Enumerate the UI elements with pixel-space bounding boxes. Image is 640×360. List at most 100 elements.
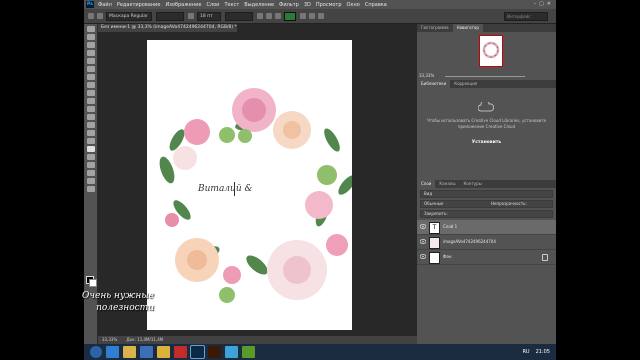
crop-tool-icon[interactable]	[86, 58, 95, 64]
eye-icon[interactable]	[420, 224, 426, 229]
menu-edit[interactable]: Редактирование	[117, 2, 161, 8]
photoshop-taskbar-icon[interactable]	[191, 346, 204, 358]
lasso-tool-icon[interactable]	[86, 42, 95, 48]
media-icon[interactable]	[140, 346, 153, 358]
canvas-text-layer[interactable]: Виталий &	[198, 184, 253, 194]
color-swatches[interactable]	[86, 276, 97, 287]
font-style-select[interactable]	[156, 11, 184, 21]
eyedropper-tool-icon[interactable]	[86, 66, 95, 72]
marquee-tool-icon[interactable]	[86, 34, 95, 40]
eye-icon[interactable]	[420, 254, 426, 259]
menu-window[interactable]: Окно	[347, 2, 360, 8]
brush-tool-icon[interactable]	[86, 82, 95, 88]
move-tool-icon[interactable]	[86, 26, 95, 32]
layer-row[interactable]: Фон	[417, 250, 556, 265]
align-left-icon[interactable]	[257, 13, 263, 19]
watermark-line2: полезности	[96, 303, 154, 313]
workspace-select[interactable]: Интерфейс	[504, 12, 548, 21]
more-tools-icon[interactable]	[86, 186, 95, 192]
zoom-status[interactable]: 33,33%	[102, 337, 117, 342]
tab-libraries[interactable]: Библиотеки	[417, 80, 451, 88]
type-tool-icon[interactable]	[88, 13, 94, 19]
background-color[interactable]	[89, 279, 97, 287]
dodge-tool-icon[interactable]	[86, 130, 95, 136]
eraser-tool-icon[interactable]	[86, 106, 95, 112]
nvidia-icon[interactable]	[242, 346, 255, 358]
blend-mode-select[interactable]: Обычные	[424, 201, 443, 206]
tab-channels[interactable]: Каналы	[435, 180, 459, 188]
menu-select[interactable]: Выделение	[244, 2, 274, 8]
navigator-zoom-value[interactable]: 33,33%	[419, 73, 434, 78]
shape-tool-icon[interactable]	[86, 162, 95, 168]
language-indicator[interactable]: RU	[522, 349, 529, 355]
menu-help[interactable]: Справка	[365, 2, 387, 8]
layer-filter-select[interactable]: Вид	[420, 190, 553, 198]
layer-name[interactable]: Фон	[443, 250, 452, 264]
install-cc-button[interactable]: Установить	[417, 140, 556, 145]
hand-tool-icon[interactable]	[86, 170, 95, 176]
antialias-select[interactable]	[225, 11, 253, 21]
menu-file[interactable]: Файл	[98, 2, 112, 8]
document-tab[interactable]: Без имени-1 @ 33,3% (imageAVo47424962447…	[98, 24, 237, 32]
clock[interactable]: 21:05	[536, 349, 550, 355]
document-canvas[interactable]: Виталий &	[147, 40, 356, 330]
orientation-icon[interactable]	[97, 13, 103, 19]
character-panel-icon[interactable]	[309, 13, 315, 19]
zoom-tool-icon[interactable]	[86, 178, 95, 184]
menu-3d[interactable]: 3D	[304, 2, 311, 8]
navigator-preview[interactable]	[479, 35, 503, 67]
tab-adjustments[interactable]: Коррекция	[450, 80, 481, 88]
ie-icon[interactable]	[106, 346, 119, 358]
doc-info: Док: 11,4M/11,4M	[126, 337, 164, 342]
status-bar: 33,33% Док: 11,4M/11,4M	[98, 336, 420, 344]
history-brush-tool-icon[interactable]	[86, 98, 95, 104]
tab-layers[interactable]: Слои	[417, 180, 436, 188]
menu-image[interactable]: Изображение	[165, 2, 201, 8]
pen-tool-icon[interactable]	[86, 138, 95, 144]
zoom-slider[interactable]	[445, 76, 525, 77]
blur-tool-icon[interactable]	[86, 122, 95, 128]
window-controls[interactable]: –▢✕	[534, 1, 554, 7]
skype-icon[interactable]	[225, 346, 238, 358]
text-color-swatch[interactable]	[284, 11, 296, 21]
start-button[interactable]	[90, 346, 102, 358]
libraries-panel: Чтобы использовать Creative Cloud Librar…	[417, 88, 556, 180]
font-size-select[interactable]: 18 пт	[197, 11, 221, 21]
healing-tool-icon[interactable]	[86, 74, 95, 80]
illustrator-icon[interactable]	[208, 346, 221, 358]
opera-icon[interactable]	[174, 346, 187, 358]
navigator-zoom-row: 33,33%	[417, 72, 556, 80]
menu-bar: Ps Файл Редактирование Изображение Слои …	[84, 0, 556, 9]
3d-icon[interactable]	[318, 13, 324, 19]
tab-paths[interactable]: Контуры	[459, 180, 485, 188]
menu-type[interactable]: Текст	[224, 2, 239, 8]
tab-navigator[interactable]: Навигатор	[452, 24, 483, 32]
tab-histogram[interactable]: Гистограмма	[417, 24, 453, 32]
quick-select-tool-icon[interactable]	[86, 50, 95, 56]
font-family-select[interactable]: Маскара Regular	[106, 11, 152, 21]
gradient-tool-icon[interactable]	[86, 114, 95, 120]
lock-label: Закрепить:	[424, 211, 448, 216]
navigator-tabs: Гистограмма Навигатор	[417, 24, 556, 32]
layer-row[interactable]: T Слой 1	[417, 220, 556, 235]
layer-name[interactable]: imageAVo4742496244704	[443, 235, 496, 249]
chrome-icon[interactable]	[157, 346, 170, 358]
eye-icon[interactable]	[420, 239, 426, 244]
type-tool-icon[interactable]	[86, 146, 95, 152]
clone-stamp-tool-icon[interactable]	[86, 90, 95, 96]
image-layer-thumbnail	[429, 237, 440, 249]
path-select-tool-icon[interactable]	[86, 154, 95, 160]
align-right-icon[interactable]	[275, 13, 281, 19]
library-tabs: Библиотеки Коррекция	[417, 80, 556, 88]
creative-cloud-icon	[478, 102, 494, 112]
align-center-icon[interactable]	[266, 13, 272, 19]
layer-name[interactable]: Слой 1	[443, 220, 457, 234]
menu-view[interactable]: Просмотр	[316, 2, 342, 8]
navigator-panel	[417, 32, 556, 72]
layer-row[interactable]: imageAVo4742496244704	[417, 235, 556, 250]
menu-filter[interactable]: Фильтр	[279, 2, 299, 8]
menu-layers[interactable]: Слои	[206, 2, 219, 8]
warp-text-icon[interactable]	[300, 13, 306, 19]
lock-icon	[542, 254, 548, 261]
explorer-icon[interactable]	[123, 346, 136, 358]
